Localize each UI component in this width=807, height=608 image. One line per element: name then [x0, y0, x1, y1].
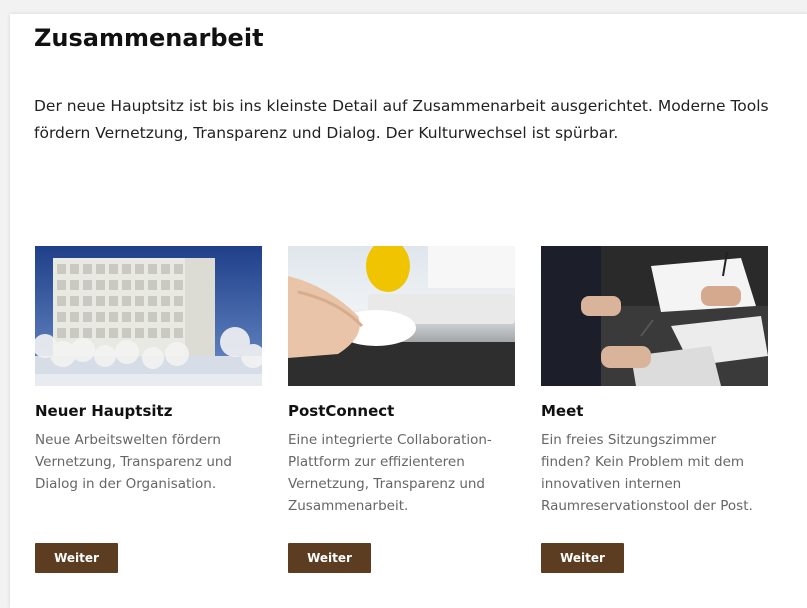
- weiter-button[interactable]: Weiter: [35, 543, 118, 573]
- teaser-neuer-hauptsitz: Neuer Hauptsitz Neue Arbeitswelten förde…: [35, 246, 263, 573]
- teaser-title[interactable]: Meet: [541, 402, 583, 420]
- building-photo[interactable]: [35, 246, 262, 386]
- teaser-title[interactable]: PostConnect: [288, 402, 394, 420]
- teaser-title[interactable]: Neuer Hauptsitz: [35, 402, 172, 420]
- teaser-meet: Meet Ein freies Sitzungszimmer finden? K…: [541, 246, 769, 573]
- teaser-postconnect: PostConnect Eine integrierte Collaborati…: [288, 246, 516, 573]
- mouse-keyboard-photo[interactable]: [288, 246, 515, 386]
- teaser-text: Eine integrierte Collaboration-Plattform…: [288, 432, 492, 514]
- teaser-text: Neue Arbeitswelten fördern Vernetzung, T…: [35, 432, 233, 492]
- weiter-button[interactable]: Weiter: [541, 543, 624, 573]
- teaser-text: Ein freies Sitzungszimmer finden? Kein P…: [541, 432, 753, 514]
- weiter-button[interactable]: Weiter: [288, 543, 371, 573]
- page-title: Zusammenarbeit: [34, 24, 264, 52]
- intro-text: Der neue Hauptsitz ist bis ins kleinste …: [34, 97, 769, 142]
- content-card: Zusammenarbeit Der neue Hauptsitz ist bi…: [10, 14, 807, 608]
- meeting-photo[interactable]: [541, 246, 768, 386]
